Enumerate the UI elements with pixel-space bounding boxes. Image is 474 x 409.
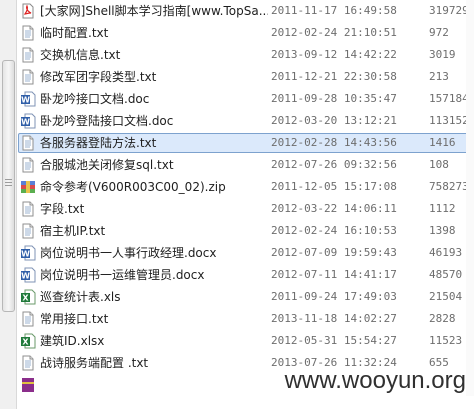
file-name[interactable]: 战诗服务端配置 .txt: [40, 355, 268, 371]
file-modified-date: 2011-11-17 16:49:58: [271, 4, 397, 17]
file-modified-date: 2011-09-28 10:35:47: [271, 92, 397, 105]
txt-file-icon: [20, 223, 36, 239]
file-row[interactable]: [大家网]Shell脚本学习指南[www.TopSa... 2011-11-17 …: [18, 0, 474, 22]
file-modified-date: 2012-03-20 13:12:21: [271, 114, 397, 127]
word-doc-icon: W: [20, 91, 36, 107]
file-modified-date: 2012-02-24 16:10:53: [271, 224, 397, 237]
file-modified-date: 2012-07-09 19:59:43: [271, 246, 397, 259]
file-row[interactable]: W 卧龙吟接口文档.doc 2011-09-28 10:35:47 157184: [18, 88, 474, 110]
file-modified-date: 2012-03-22 14:06:11: [271, 202, 397, 215]
file-name[interactable]: 临时配置.txt: [40, 25, 268, 41]
svg-text:W: W: [21, 118, 30, 127]
txt-file-icon: [20, 25, 36, 41]
row-edge: [466, 330, 474, 352]
svg-text:X: X: [22, 338, 29, 347]
file-row[interactable]: 修改军团字段类型.txt 2011-12-21 22:30:58 213: [18, 66, 474, 88]
file-row[interactable]: 各服务器登陆方法.txt 2012-02-28 14:43:56 1416: [18, 132, 474, 154]
file-name[interactable]: 建筑ID.xlsx: [40, 333, 268, 349]
pdf-icon: [20, 3, 36, 19]
file-row[interactable]: 常用接口.txt 2013-11-18 14:02:27 2828: [18, 308, 474, 330]
row-edge: [466, 242, 474, 264]
file-modified-date: 2012-02-24 21:10:51: [271, 26, 397, 39]
row-edge: [466, 44, 474, 66]
file-modified-date: 2011-12-21 22:30:58: [271, 70, 397, 83]
file-name[interactable]: 宿主机IP.txt: [40, 223, 268, 239]
file-name[interactable]: 交换机信息.txt: [40, 47, 268, 63]
row-edge: [466, 352, 474, 374]
vertical-scrollbar[interactable]: [0, 0, 17, 409]
row-edge: [466, 264, 474, 286]
file-browser-window: [大家网]Shell脚本学习指南[www.TopSa... 2011-11-17 …: [0, 0, 474, 409]
svg-text:X: X: [22, 294, 29, 303]
txt-file-icon: [20, 157, 36, 173]
file-modified-date: 2012-02-28 14:43:56: [271, 136, 397, 149]
file-row[interactable]: 交换机信息.txt 2013-09-12 14:42:22 3019: [18, 44, 474, 66]
word-doc-icon: W: [20, 267, 36, 283]
word-doc-icon: W: [20, 245, 36, 261]
scroll-grip-line: [5, 179, 12, 180]
file-name[interactable]: 字段.txt: [40, 201, 268, 217]
scroll-grip-line: [5, 182, 12, 183]
row-edge: [466, 0, 474, 22]
file-name[interactable]: [大家网]Shell脚本学习指南[www.TopSa...: [40, 3, 268, 19]
file-list: [大家网]Shell脚本学习指南[www.TopSa... 2011-11-17 …: [18, 0, 474, 396]
txt-file-icon: [20, 69, 36, 85]
file-name[interactable]: 合服城池关闭修复sql.txt: [40, 157, 268, 173]
file-name[interactable]: 常用接口.txt: [40, 311, 268, 327]
txt-file-icon: [20, 47, 36, 63]
file-row[interactable]: X 巡查统计表.xls 2011-09-24 17:49:03 21504: [18, 286, 474, 308]
excel-sheet-icon: X: [20, 289, 36, 305]
file-modified-date: 2012-07-26 09:32:56: [271, 158, 397, 171]
file-row[interactable]: 字段.txt 2012-03-22 14:06:11 1112: [18, 198, 474, 220]
file-row[interactable]: W 岗位说明书一人事行政经理.docx 2012-07-09 19:59:43 461…: [18, 242, 474, 264]
svg-text:W: W: [21, 272, 30, 281]
zip-archive-icon: [20, 179, 36, 195]
txt-file-icon: [20, 355, 36, 371]
row-edge: [466, 176, 474, 198]
row-edge: [466, 154, 474, 176]
row-edge: [466, 220, 474, 242]
excel-sheet-icon: X: [20, 333, 36, 349]
file-row[interactable]: 宿主机IP.txt 2012-02-24 16:10:53 1398: [18, 220, 474, 242]
row-edge: [466, 286, 474, 308]
txt-file-icon: [20, 135, 36, 151]
row-edge: [466, 22, 474, 44]
row-edge: [466, 110, 474, 132]
site-watermark: www.wooyun.org: [284, 367, 466, 394]
file-modified-date: 2013-11-18 14:02:27: [271, 312, 397, 325]
row-edge: [466, 308, 474, 330]
row-edge: [466, 66, 474, 88]
scrollbar-thumb[interactable]: [2, 60, 15, 312]
scroll-grip-line: [5, 185, 12, 186]
txt-file-icon: [20, 201, 36, 217]
file-row[interactable]: 命令参考(V600R003C00_02).zip 2011-12-05 15:17…: [18, 176, 474, 198]
row-edge: [466, 132, 474, 154]
file-modified-date: 2011-12-05 15:17:08: [271, 180, 397, 193]
file-name[interactable]: 卧龙吟登陆接口文档.doc: [40, 113, 268, 129]
svg-text:W: W: [21, 96, 30, 105]
file-modified-date: 2012-07-11 14:41:17: [271, 268, 397, 281]
row-edge: [466, 88, 474, 110]
file-row[interactable]: W 卧龙吟登陆接口文档.doc 2012-03-20 13:12:21 113152: [18, 110, 474, 132]
file-row[interactable]: X 建筑ID.xlsx 2012-05-31 15:54:27 11523: [18, 330, 474, 352]
file-row[interactable]: 合服城池关闭修复sql.txt 2012-07-26 09:32:56 108: [18, 154, 474, 176]
rar-archive-icon: [20, 377, 36, 393]
svg-text:W: W: [21, 250, 30, 259]
file-name[interactable]: 岗位说明书一运维管理员.docx: [40, 267, 268, 283]
file-name[interactable]: 修改军团字段类型.txt: [40, 69, 268, 85]
file-name[interactable]: 岗位说明书一人事行政经理.docx: [40, 245, 268, 261]
file-modified-date: 2013-09-12 14:42:22: [271, 48, 397, 61]
file-name[interactable]: 命令参考(V600R003C00_02).zip: [40, 179, 268, 195]
file-name[interactable]: 各服务器登陆方法.txt: [40, 135, 268, 151]
row-edge: [466, 198, 474, 220]
file-name[interactable]: 卧龙吟接口文档.doc: [40, 91, 268, 107]
file-row[interactable]: 临时配置.txt 2012-02-24 21:10:51 972: [18, 22, 474, 44]
file-modified-date: 2012-05-31 15:54:27: [271, 334, 397, 347]
file-modified-date: 2011-09-24 17:49:03: [271, 290, 397, 303]
file-row[interactable]: W 岗位说明书一运维管理员.docx 2012-07-11 14:41:17 4857…: [18, 264, 474, 286]
file-name[interactable]: 巡查统计表.xls: [40, 289, 268, 305]
row-edge: [466, 374, 474, 396]
word-doc-icon: W: [20, 113, 36, 129]
txt-file-icon: [20, 311, 36, 327]
